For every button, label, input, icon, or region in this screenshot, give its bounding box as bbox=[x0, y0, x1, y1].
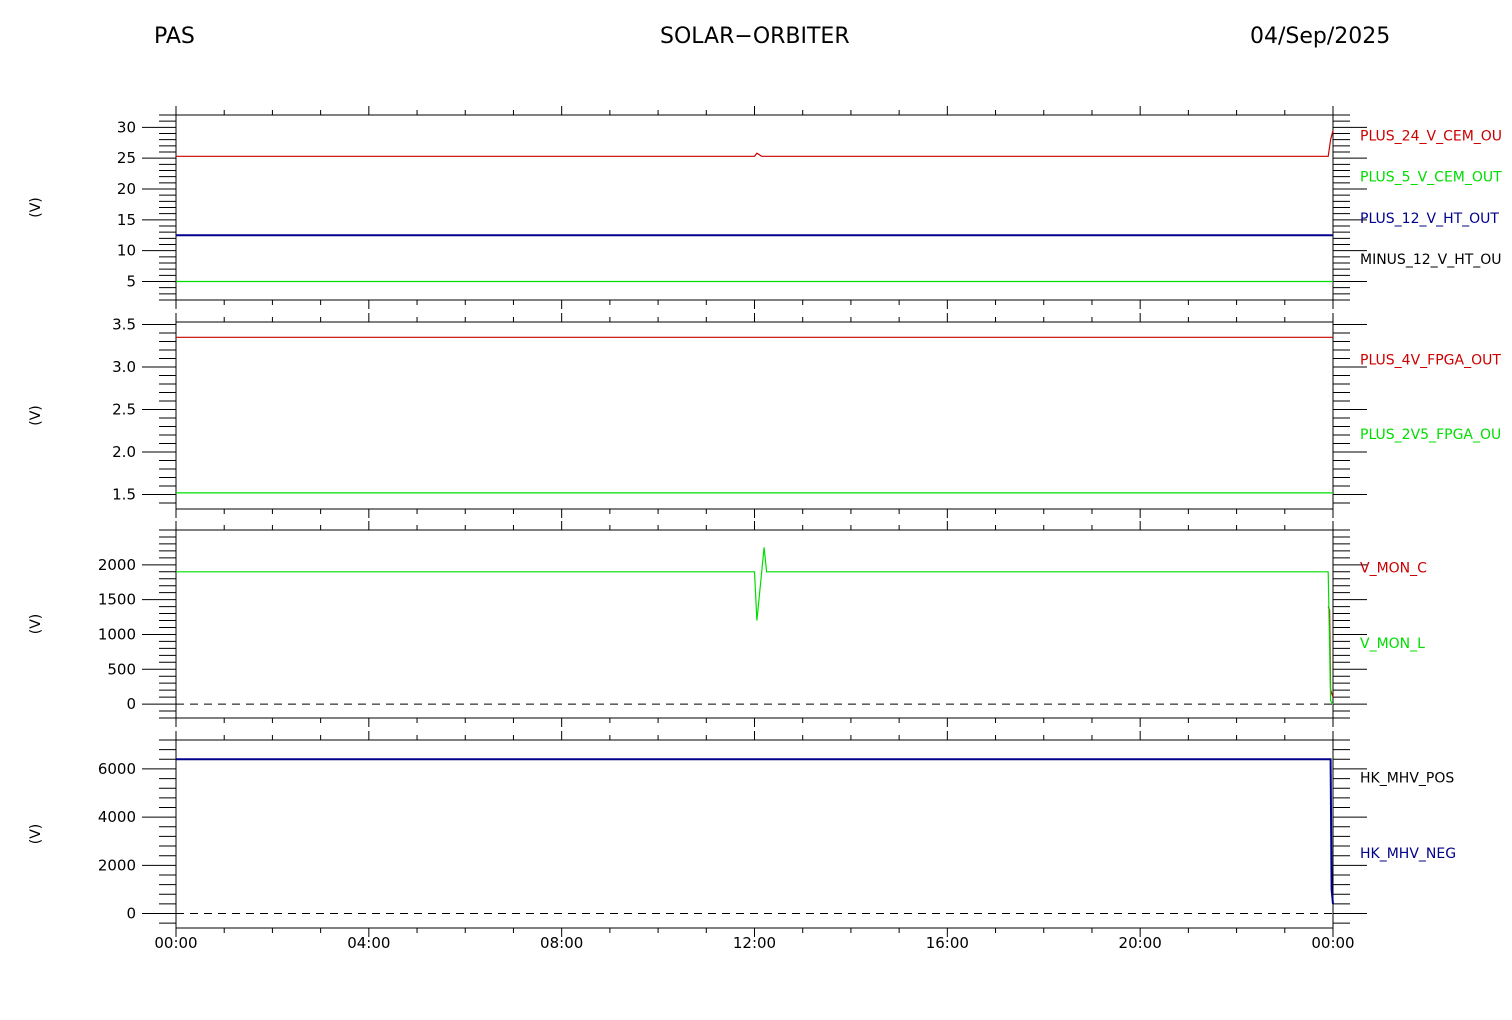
y-tick-label: 2000 bbox=[98, 556, 136, 574]
legend-item: V_MON_C bbox=[1360, 561, 1427, 577]
x-tick-label: 12:00 bbox=[733, 934, 776, 952]
legend-item: HK_MHV_POS bbox=[1360, 771, 1454, 787]
y-tick-label: 10 bbox=[117, 242, 136, 260]
series-line-v-mon-l bbox=[176, 547, 1334, 705]
legend-item: V_MON_L bbox=[1360, 636, 1425, 652]
legend-item: PLUS_24_V_CEM_OU bbox=[1360, 129, 1502, 145]
y-axis-label: (V) bbox=[28, 824, 44, 845]
legend-item: PLUS_4V_FPGA_OUT bbox=[1360, 352, 1501, 368]
y-tick-label: 2000 bbox=[98, 856, 136, 874]
y-tick-label: 500 bbox=[107, 660, 136, 678]
legend-item: PLUS_12_V_HT_OUT bbox=[1360, 211, 1499, 227]
y-tick-label: 2.5 bbox=[112, 401, 136, 419]
series-line-hk-mhv-neg bbox=[176, 758, 1334, 904]
y-tick-label: 0 bbox=[126, 695, 136, 713]
panel-2-frame bbox=[175, 321, 1334, 510]
y-tick-label: 0 bbox=[126, 905, 136, 923]
y-tick-label: 5 bbox=[126, 273, 136, 291]
legend-item: PLUS_5_V_CEM_OUT bbox=[1360, 170, 1502, 186]
series-line-plus-24-v-cem-ou bbox=[176, 130, 1334, 157]
y-axis-label: (V) bbox=[28, 197, 44, 218]
x-tick-label: 04:00 bbox=[347, 934, 390, 952]
x-tick-label: 00:00 bbox=[154, 934, 197, 952]
y-tick-label: 1.5 bbox=[112, 486, 136, 504]
y-tick-label: 3.0 bbox=[112, 358, 136, 376]
y-tick-label: 25 bbox=[117, 149, 136, 167]
housekeeping-voltage-chart: 5 10 15 20 25 30 (V) PLUS_24_V_CEM_OU PLUS_5_V_C… bbox=[28, 106, 1502, 952]
y-tick-label: 30 bbox=[117, 118, 136, 136]
y-axis-label: (V) bbox=[28, 405, 44, 426]
legend-item: PLUS_2V5_FPGA_OU bbox=[1360, 427, 1501, 443]
y-tick-label: 20 bbox=[117, 180, 136, 198]
x-tick-label: 20:00 bbox=[1119, 934, 1162, 952]
x-tick-label: 08:00 bbox=[540, 934, 583, 952]
panel-4-frame bbox=[175, 739, 1334, 929]
y-tick-label: 6000 bbox=[98, 760, 136, 778]
y-tick-label: 15 bbox=[117, 211, 136, 229]
y-tick-label: 4000 bbox=[98, 808, 136, 826]
x-tick-label: 16:00 bbox=[926, 934, 969, 952]
legend-item: HK_MHV_NEG bbox=[1360, 846, 1456, 862]
panel-3-frame bbox=[175, 529, 1334, 719]
x-tick-label: 00:00 bbox=[1311, 934, 1354, 952]
legend-item: MINUS_12_V_HT_OU bbox=[1360, 252, 1502, 268]
y-axis-label: (V) bbox=[28, 614, 44, 635]
panel-1-frame bbox=[175, 114, 1334, 301]
y-tick-label: 2.0 bbox=[112, 443, 136, 461]
y-tick-label: 1500 bbox=[98, 591, 136, 609]
y-tick-label: 3.5 bbox=[112, 316, 136, 334]
y-tick-label: 1000 bbox=[98, 625, 136, 643]
